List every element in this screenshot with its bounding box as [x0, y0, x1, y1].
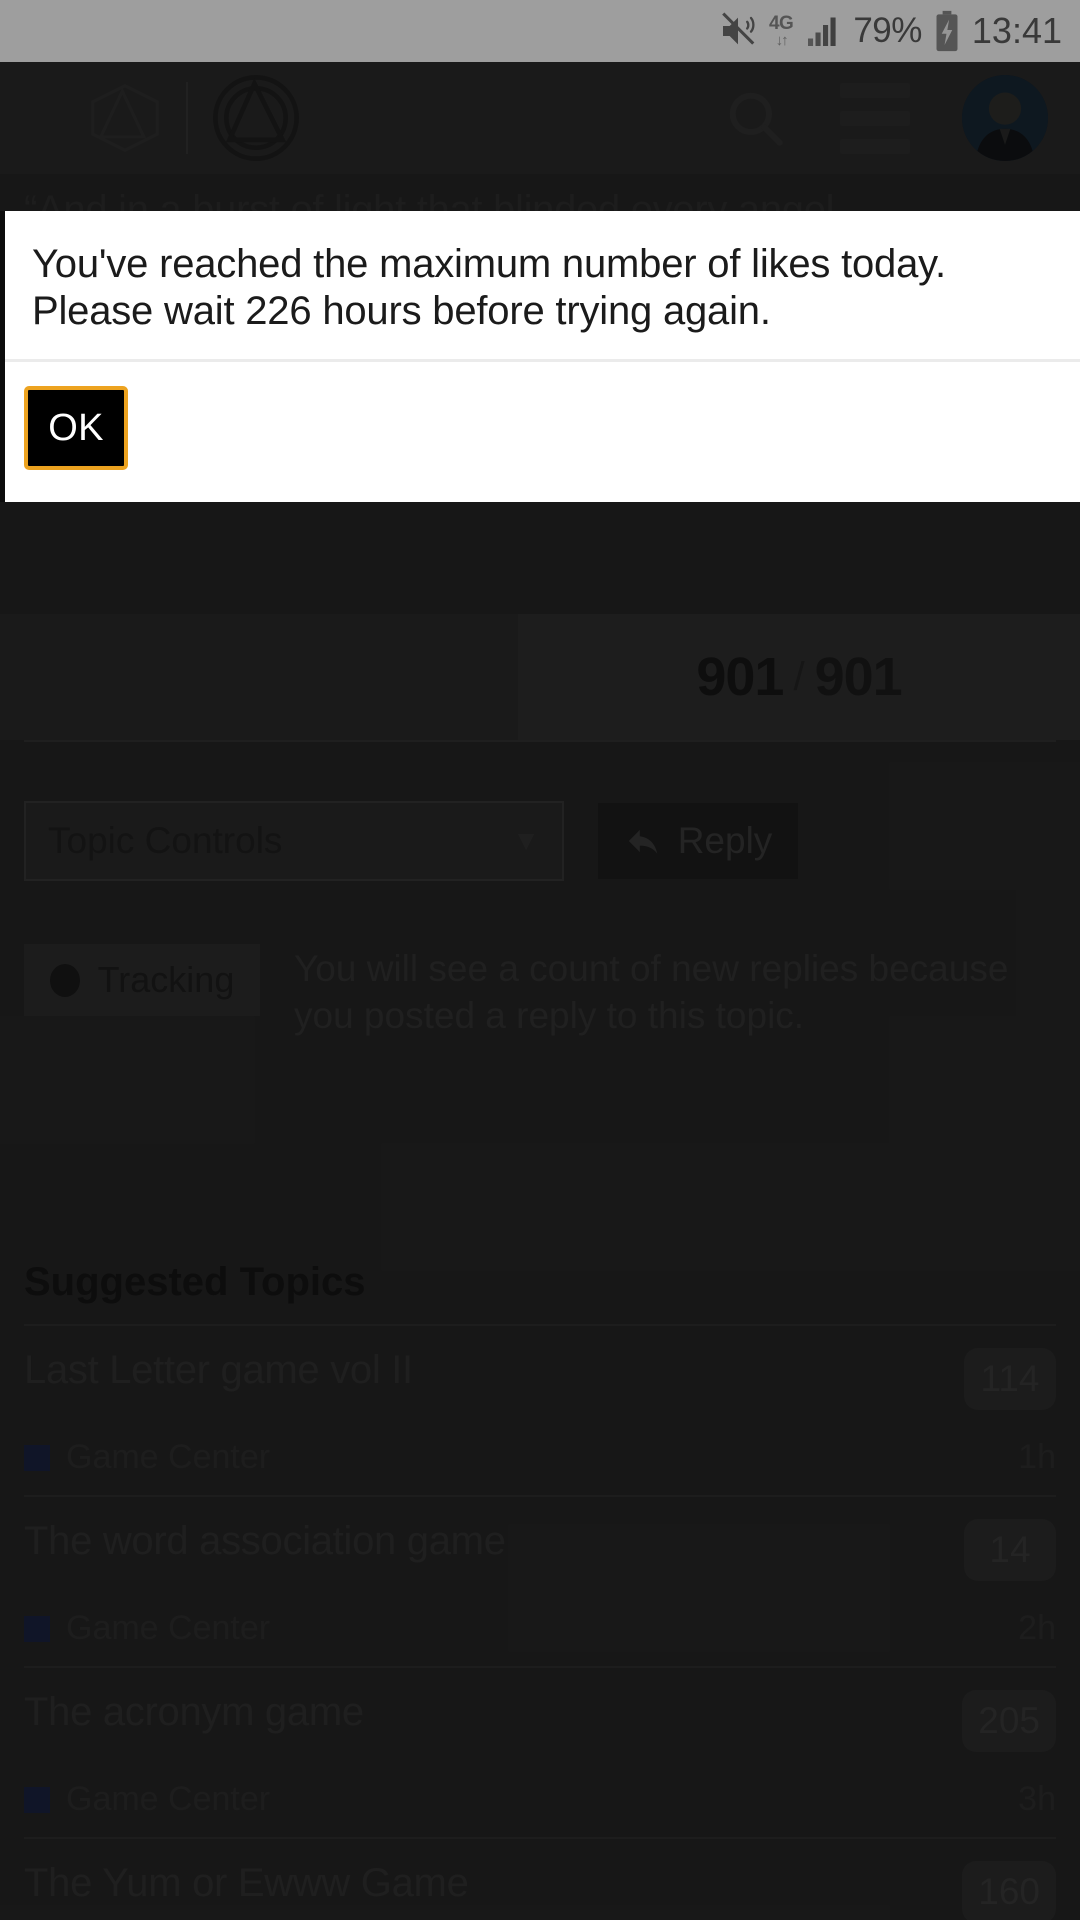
battery-charging-icon — [933, 10, 961, 52]
topic-controls-select[interactable]: Topic Controls ▼ — [24, 801, 564, 881]
header-actions — [722, 75, 1060, 161]
topic-title: Last Letter game vol II — [24, 1348, 413, 1392]
avatar[interactable] — [962, 75, 1048, 161]
list-item[interactable]: Last Letter game vol II 114 Game Center … — [24, 1326, 1056, 1495]
status-bar: 4G ↓↑ 79% 13:41 — [0, 0, 1080, 62]
hamburger-bar — [840, 110, 910, 126]
app-logo[interactable] — [82, 68, 306, 168]
reply-button-label: Reply — [677, 820, 773, 861]
topic-category[interactable]: Game Center — [66, 1438, 270, 1477]
ok-button[interactable]: OK — [24, 386, 128, 470]
reply-button[interactable]: Reply — [598, 803, 798, 879]
linkin-park-circle-logo-icon — [206, 68, 306, 168]
logo-divider — [186, 82, 188, 154]
list-item[interactable]: The acronym game 205 Game Center 3h — [24, 1668, 1056, 1837]
suggested-topics-heading: Suggested Topics — [24, 1260, 366, 1304]
topic-controls-row: Topic Controls ▼ Reply — [24, 800, 1056, 882]
reply-arrow-icon — [624, 822, 662, 860]
topic-category[interactable]: Game Center — [66, 1780, 270, 1819]
tracking-description: You will see a count of new replies beca… — [294, 948, 1009, 1036]
progress-underline — [24, 740, 1056, 742]
app-header — [0, 62, 1080, 174]
filled-circle-icon — [49, 963, 80, 997]
linkin-park-hex-logo-icon — [82, 75, 168, 161]
battery-percent-label: 79% — [853, 11, 922, 50]
topic-reply-count-badge: 14 — [964, 1519, 1056, 1581]
topic-controls-label: Topic Controls — [48, 820, 283, 861]
status-bar-clock: 13:41 — [971, 10, 1062, 51]
topic-timestamp: 1h — [1018, 1438, 1056, 1476]
topic-timestamp: 3h — [1018, 1780, 1056, 1818]
hamburger-menu-icon[interactable] — [840, 82, 910, 154]
hamburger-bar — [840, 82, 910, 98]
progress-separator: / — [793, 654, 805, 699]
list-item[interactable]: The word association game 14 Game Center… — [24, 1497, 1056, 1666]
topic-progress-bar[interactable]: 901 / 901 — [0, 614, 1080, 740]
mute-vibrate-icon — [718, 11, 758, 51]
category-color-swatch — [24, 1615, 50, 1642]
progress-current: 901 — [696, 647, 784, 707]
dialog-message-line-2: Please wait 226 hours before trying agai… — [32, 289, 771, 334]
progress-fill — [0, 614, 518, 740]
category-color-swatch — [24, 1444, 50, 1471]
topic-reply-count-badge: 160 — [962, 1861, 1056, 1920]
category-color-swatch — [24, 1786, 50, 1813]
topic-title: The word association game — [24, 1519, 506, 1563]
topic-title: The Yum or Ewww Game — [24, 1861, 469, 1905]
progress-counter: 901 / 901 — [518, 614, 1080, 740]
hamburger-bar — [840, 138, 910, 154]
progress-total: 901 — [814, 647, 903, 707]
tracking-button[interactable]: Tracking — [24, 944, 260, 1016]
dialog-body: You've reached the maximum number of lik… — [5, 211, 1080, 335]
tracking-button-label: Tracking — [97, 959, 235, 1000]
network-4g-icon: 4G ↓↑ — [768, 13, 794, 49]
dialog-actions: OK — [5, 359, 1080, 470]
topic-timestamp: 2h — [1018, 1609, 1056, 1647]
tracking-block: Tracking You will see a count of new rep… — [24, 944, 1056, 1040]
topic-reply-count-badge: 114 — [964, 1348, 1056, 1410]
max-likes-dialog: You've reached the maximum number of lik… — [0, 211, 1080, 502]
chevron-down-icon: ▼ — [512, 825, 540, 856]
signal-bars-icon — [804, 13, 842, 49]
dialog-message-line-1: You've reached the maximum number of lik… — [32, 242, 946, 286]
suggested-topics-list: Last Letter game vol II 114 Game Center … — [24, 1324, 1056, 1920]
topic-reply-count-badge: 205 — [962, 1690, 1056, 1752]
search-icon[interactable] — [722, 85, 788, 151]
topic-category[interactable]: Game Center — [66, 1609, 270, 1648]
topic-title: The acronym game — [24, 1690, 364, 1734]
list-item[interactable]: The Yum or Ewww Game 160 — [24, 1839, 1056, 1920]
